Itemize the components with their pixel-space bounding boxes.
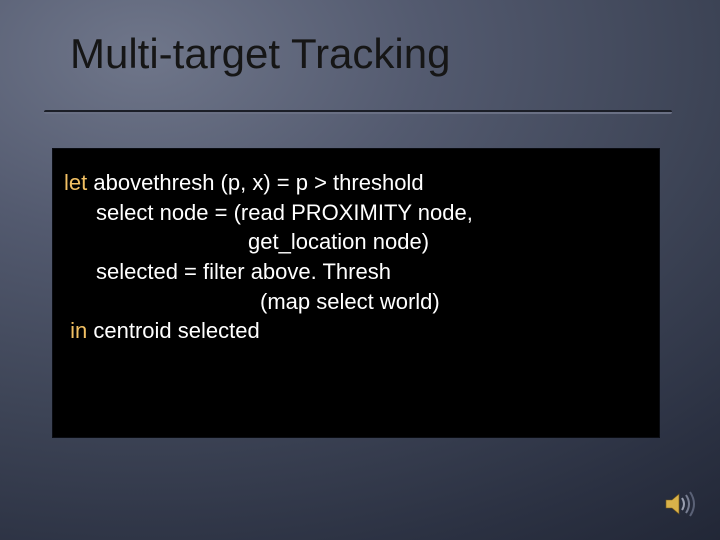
sound-icon xyxy=(664,490,698,518)
keyword-in: in xyxy=(70,318,87,343)
slide-title: Multi-target Tracking xyxy=(70,30,450,78)
code-line-3: get_location node) xyxy=(64,227,648,257)
title-underline xyxy=(44,110,672,114)
code-line-5: (map select world) xyxy=(64,287,648,317)
code-line-6-rest: centroid selected xyxy=(87,318,259,343)
code-line-1-rest: abovethresh (p, x) = p > threshold xyxy=(87,170,423,195)
code-block: let abovethresh (p, x) = p > threshold s… xyxy=(64,168,648,346)
code-line-2: select node = (read PROXIMITY node, xyxy=(64,198,648,228)
code-line-6: in centroid selected xyxy=(64,316,648,346)
code-line-1: let abovethresh (p, x) = p > threshold xyxy=(64,168,648,198)
keyword-let: let xyxy=(64,170,87,195)
code-line-4: selected = filter above. Thresh xyxy=(64,257,648,287)
